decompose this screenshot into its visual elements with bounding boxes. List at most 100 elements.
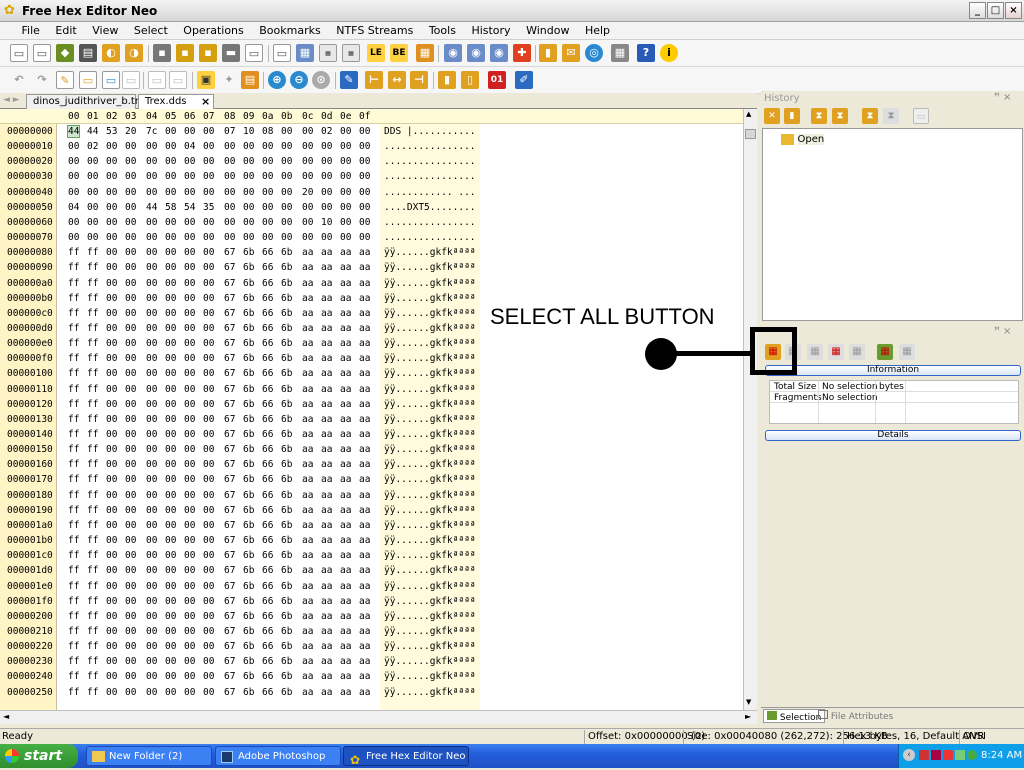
menu-ntfs-streams[interactable]: NTFS Streams xyxy=(330,22,419,39)
hex-byte[interactable]: 00 xyxy=(203,384,214,395)
hex-byte[interactable]: 00 xyxy=(165,171,176,182)
hex-byte[interactable]: 00 xyxy=(165,641,176,652)
hex-byte[interactable]: aa xyxy=(359,384,370,395)
hex-byte[interactable]: aa xyxy=(359,535,370,546)
hex-byte[interactable]: 00 xyxy=(203,217,214,228)
hex-byte[interactable]: 00 xyxy=(203,490,214,501)
hex-byte[interactable]: 00 xyxy=(106,262,117,273)
hex-byte[interactable]: aa xyxy=(302,399,313,410)
hex-byte[interactable]: 00 xyxy=(203,459,214,470)
row-ascii[interactable]: ÿÿ......gkfkªªªª xyxy=(384,429,476,440)
hex-byte[interactable]: 00 xyxy=(165,474,176,485)
hex-byte[interactable]: 6b xyxy=(281,338,292,349)
hex-byte[interactable]: 00 xyxy=(243,171,254,182)
hex-byte[interactable]: 00 xyxy=(340,171,351,182)
row-ascii[interactable]: ................ xyxy=(384,217,476,228)
hex-byte[interactable]: ff xyxy=(87,611,98,622)
hex-byte[interactable]: 00 xyxy=(165,459,176,470)
hex-byte[interactable]: 00 xyxy=(165,535,176,546)
row-ascii[interactable]: ÿÿ......gkfkªªªª xyxy=(384,338,476,349)
tab-file-attributes[interactable]: File Attributes xyxy=(815,709,896,723)
hex-byte[interactable]: 6b xyxy=(281,278,292,289)
hex-byte[interactable]: 66 xyxy=(262,656,273,667)
hex-byte[interactable]: aa xyxy=(321,414,332,425)
row-ascii[interactable]: ÿÿ......gkfkªªªª xyxy=(384,505,476,516)
hex-byte[interactable]: 35 xyxy=(203,202,214,213)
row-ascii[interactable]: ÿÿ......gkfkªªªª xyxy=(384,581,476,592)
hex-byte[interactable]: aa xyxy=(321,353,332,364)
hex-byte[interactable]: 6b xyxy=(281,384,292,395)
hex-byte[interactable]: 00 xyxy=(340,217,351,228)
hex-byte[interactable]: aa xyxy=(340,429,351,440)
select-range-icon[interactable]: ▦ xyxy=(828,344,844,360)
menu-operations[interactable]: Operations xyxy=(177,22,249,39)
copy-icon[interactable]: ▭ xyxy=(79,71,97,89)
hex-byte[interactable]: 00 xyxy=(106,581,117,592)
hex-byte[interactable]: aa xyxy=(340,596,351,607)
hex-byte[interactable]: 00 xyxy=(165,338,176,349)
hex-byte[interactable]: 00 xyxy=(165,687,176,698)
hex-byte[interactable]: aa xyxy=(359,353,370,364)
hex-byte[interactable]: aa xyxy=(359,520,370,531)
hex-byte[interactable]: 00 xyxy=(243,156,254,167)
hex-byte[interactable]: 6b xyxy=(281,611,292,622)
hex-byte[interactable]: 00 xyxy=(302,202,313,213)
hex-byte[interactable]: ff xyxy=(87,368,98,379)
hex-byte[interactable]: 00 xyxy=(184,520,195,531)
hex-byte[interactable]: aa xyxy=(302,581,313,592)
row-ascii[interactable]: ÿÿ......gkfkªªªª xyxy=(384,490,476,501)
hex-byte[interactable]: 6b xyxy=(281,641,292,652)
hex-byte[interactable]: ff xyxy=(68,278,79,289)
hex-byte[interactable]: aa xyxy=(321,278,332,289)
hex-byte[interactable]: 00 xyxy=(146,414,157,425)
hex-byte[interactable]: 00 xyxy=(106,490,117,501)
hex-byte[interactable]: aa xyxy=(359,656,370,667)
hex-byte[interactable]: 6b xyxy=(281,490,292,501)
hex-byte[interactable]: 00 xyxy=(184,611,195,622)
hex-byte[interactable]: aa xyxy=(302,611,313,622)
hex-byte[interactable]: aa xyxy=(302,687,313,698)
hex-byte[interactable]: 00 xyxy=(146,490,157,501)
hex-byte[interactable]: 66 xyxy=(262,505,273,516)
hex-byte[interactable]: 6b xyxy=(281,565,292,576)
hex-byte[interactable]: aa xyxy=(302,656,313,667)
hex-byte[interactable]: 00 xyxy=(146,429,157,440)
hex-byte[interactable]: 66 xyxy=(262,278,273,289)
hex-byte[interactable]: ff xyxy=(87,323,98,334)
hex-byte[interactable]: 00 xyxy=(165,247,176,258)
hex-byte[interactable]: 00 xyxy=(184,187,195,198)
hex-byte[interactable]: 54 xyxy=(184,202,195,213)
hex-byte[interactable]: 00 xyxy=(87,202,98,213)
row-ascii[interactable]: ÿÿ......gkfkªªªª xyxy=(384,353,476,364)
tab-dinos[interactable]: dinos_judithriver_b.tml xyxy=(26,94,147,109)
history-item-open[interactable]: Open xyxy=(781,132,825,145)
hex-byte[interactable]: 66 xyxy=(262,490,273,501)
hex-byte[interactable]: 6b xyxy=(243,656,254,667)
hex-byte[interactable]: 00 xyxy=(146,565,157,576)
hex-byte[interactable]: 00 xyxy=(165,308,176,319)
menu-history[interactable]: History xyxy=(465,22,516,39)
hex-byte[interactable]: aa xyxy=(359,323,370,334)
hex-byte[interactable]: 67 xyxy=(224,656,235,667)
hex-byte[interactable]: 00 xyxy=(165,626,176,637)
hex-byte[interactable]: 00 xyxy=(184,323,195,334)
find-icon[interactable]: ◉ xyxy=(444,44,462,62)
hex-byte[interactable]: 00 xyxy=(125,384,136,395)
hex-byte[interactable]: 00 xyxy=(125,444,136,455)
hex-byte[interactable]: ff xyxy=(68,429,79,440)
hex-byte[interactable]: 00 xyxy=(184,368,195,379)
hex-byte[interactable]: 00 xyxy=(125,490,136,501)
hex-byte[interactable]: aa xyxy=(302,308,313,319)
hex-byte[interactable]: ff xyxy=(87,247,98,258)
hex-byte[interactable]: 00 xyxy=(125,535,136,546)
hex-byte[interactable]: 66 xyxy=(262,520,273,531)
hex-byte[interactable]: 00 xyxy=(146,323,157,334)
hex-byte[interactable]: aa xyxy=(321,247,332,258)
hex-byte[interactable]: 00 xyxy=(184,126,195,137)
hex-byte[interactable]: 67 xyxy=(224,399,235,410)
zoom-reset-icon[interactable]: ⊙ xyxy=(312,71,330,89)
select-load-icon[interactable]: ▦ xyxy=(899,344,915,360)
hex-byte[interactable]: 6b xyxy=(281,429,292,440)
hex-byte[interactable]: 00 xyxy=(68,187,79,198)
hex-byte[interactable]: aa xyxy=(321,687,332,698)
